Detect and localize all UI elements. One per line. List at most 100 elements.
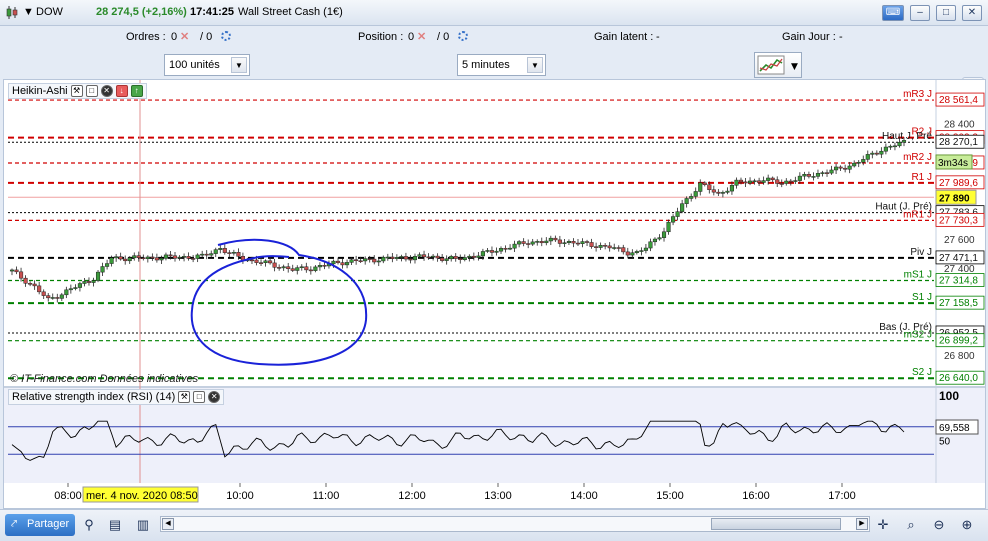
- candle-body: [426, 256, 431, 259]
- share-button[interactable]: ⤤ Partager: [5, 514, 75, 536]
- wrench-icon[interactable]: ⚒: [70, 85, 83, 97]
- zoom-out-icon[interactable]: ⊖: [930, 516, 948, 534]
- daily-gain-value: -: [839, 31, 843, 43]
- candle-body: [834, 166, 839, 171]
- panel-divider: [4, 386, 985, 388]
- share-label: Partager: [27, 518, 70, 530]
- candle-body: [485, 250, 490, 252]
- level-value-label: 26 640,0: [939, 373, 978, 384]
- close-position-icon[interactable]: ✕: [417, 30, 426, 43]
- share-icon: ⤤: [11, 518, 18, 530]
- candle-body: [512, 243, 517, 249]
- candle-body: [562, 242, 567, 244]
- position-total: / 0: [437, 31, 450, 43]
- candle-body: [874, 152, 879, 155]
- notepad-icon[interactable]: ▤: [106, 516, 124, 534]
- candle-body: [598, 245, 603, 248]
- candle-body: [757, 180, 762, 183]
- close-icon[interactable]: ✕: [962, 5, 982, 21]
- candle-body: [802, 174, 807, 177]
- time-scrollbar[interactable]: ◀ ▶: [160, 516, 870, 532]
- candle-body: [163, 254, 168, 259]
- interval-select[interactable]: 5 minutes ▼: [457, 54, 546, 76]
- scroll-right-icon[interactable]: ▶: [856, 518, 868, 530]
- interval-select-value: 5 minutes: [462, 59, 510, 71]
- crosshair-icon[interactable]: ✛: [874, 516, 892, 534]
- price-chart[interactable]: 28 40028 00027 60027 40026 800mR3 J28 56…: [4, 80, 985, 508]
- candle-body: [856, 162, 861, 164]
- candle-body: [580, 241, 585, 244]
- indicators-icon[interactable]: ▥: [134, 516, 152, 534]
- candle-body: [281, 266, 286, 269]
- daily-gain-label: Gain Jour :: [782, 31, 836, 43]
- candle-body: [277, 267, 282, 269]
- candle-body: [73, 287, 78, 289]
- chart-area[interactable]: 28 40028 00027 60027 40026 800mR3 J28 56…: [3, 79, 986, 509]
- chevron-down-icon[interactable]: ▼: [231, 57, 247, 73]
- candle-body: [295, 267, 300, 271]
- candle-body: [806, 174, 811, 177]
- zoom-in-icon[interactable]: ⊕: [958, 516, 976, 534]
- candle-body: [403, 256, 408, 260]
- title-bar: ▼ DOW 28 274,5 (+2,16%) 17:41:25 Wall St…: [0, 0, 988, 26]
- candle-body: [354, 259, 359, 261]
- candle-body: [530, 241, 535, 245]
- candle-body: [571, 241, 576, 244]
- price-change: 28 274,5 (+2,16%): [96, 6, 187, 18]
- candle-body: [716, 191, 721, 194]
- candle-body: [114, 256, 119, 259]
- candle-body: [480, 251, 485, 257]
- arrow-down-icon[interactable]: ↓: [115, 85, 128, 97]
- candle-body: [349, 259, 354, 263]
- scroll-left-icon[interactable]: ◀: [162, 518, 174, 530]
- candle-body: [557, 239, 562, 244]
- current-price-label: 27 890: [939, 193, 970, 204]
- position-value: 0: [408, 31, 415, 43]
- rsi-value-label: 69,558: [939, 423, 970, 434]
- x-tick-label: 17:00: [828, 490, 856, 502]
- x-tick-label: 13:00: [484, 490, 512, 502]
- candle-body: [417, 254, 422, 257]
- candle-body: [317, 265, 322, 268]
- candle-body: [897, 142, 902, 147]
- close-panel-icon[interactable]: ✕: [100, 85, 113, 97]
- candle-body: [458, 258, 463, 260]
- candle-body: [304, 266, 309, 271]
- cancel-orders-icon[interactable]: ✕: [180, 30, 189, 43]
- level-label: mR3 J: [903, 89, 932, 100]
- keyboard-icon[interactable]: ⌨: [882, 5, 904, 21]
- maximize-panel-icon[interactable]: □: [193, 391, 206, 403]
- close-panel-icon[interactable]: ✕: [208, 391, 221, 403]
- zoom-fit-icon[interactable]: ⌕: [902, 516, 920, 534]
- scroll-thumb[interactable]: [711, 518, 841, 530]
- chevron-down-icon[interactable]: ▼: [527, 57, 543, 73]
- candle-body: [263, 260, 268, 263]
- candle-body: [476, 255, 481, 258]
- countdown-label: 3m34s: [938, 158, 968, 169]
- candle-body: [729, 185, 734, 192]
- orders-settings-icon[interactable]: [219, 31, 231, 43]
- candle-body: [390, 256, 395, 259]
- level-value-label: 26 899,2: [939, 336, 978, 347]
- chart-type-button[interactable]: ▼: [754, 52, 802, 78]
- candle-body: [675, 211, 680, 217]
- position-settings-icon[interactable]: [456, 31, 468, 43]
- y-tick-label: 27 600: [944, 235, 975, 246]
- dropdown-arrow-icon[interactable]: ▼: [23, 6, 34, 18]
- units-select[interactable]: 100 unités ▼: [164, 54, 250, 76]
- candle-body: [118, 256, 123, 260]
- maximize-panel-icon[interactable]: □: [85, 85, 98, 97]
- candle-body: [23, 277, 28, 284]
- x-tick-label: 10:00: [226, 490, 254, 502]
- candle-body: [684, 198, 689, 204]
- maximize-icon[interactable]: □: [936, 5, 956, 21]
- candle-body: [548, 237, 553, 242]
- arrow-up-icon[interactable]: ↑: [130, 85, 143, 97]
- candle-body: [517, 241, 522, 245]
- cursor-mode-icon[interactable]: ⚲: [80, 516, 98, 534]
- candle-body: [440, 257, 445, 261]
- wrench-icon[interactable]: ⚒: [178, 391, 191, 403]
- minimize-icon[interactable]: –: [910, 5, 930, 21]
- candle-body: [123, 258, 128, 262]
- candle-body: [213, 249, 218, 254]
